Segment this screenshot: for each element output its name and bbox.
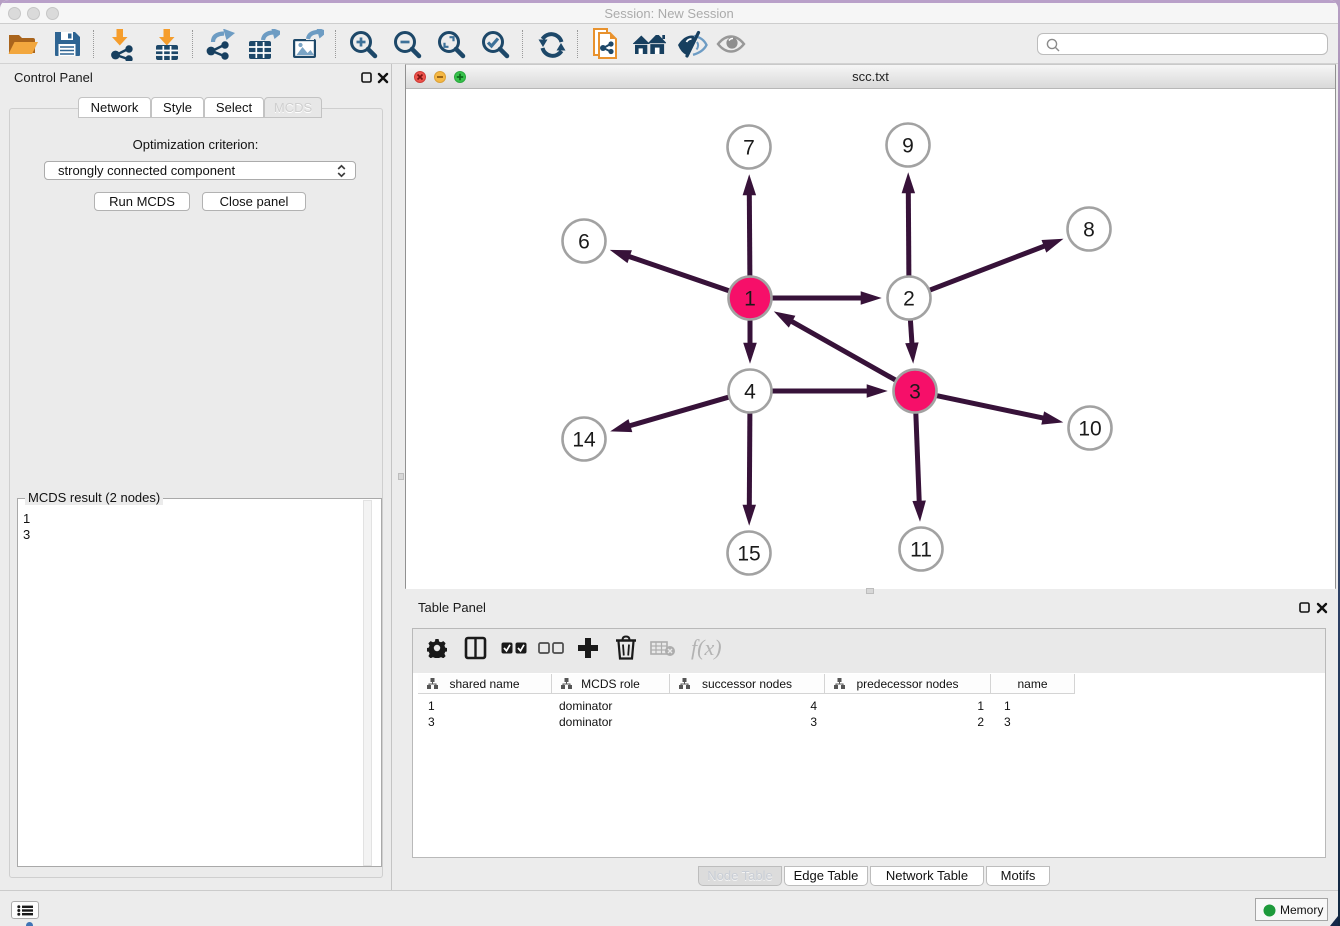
svg-text:8: 8 (1083, 219, 1095, 242)
svg-text:3: 3 (909, 381, 921, 404)
svg-text:7: 7 (743, 137, 755, 160)
svg-text:11: 11 (910, 539, 932, 562)
svg-text:14: 14 (572, 429, 596, 452)
svg-text:15: 15 (737, 543, 760, 566)
svg-text:1: 1 (744, 288, 756, 311)
svg-text:10: 10 (1078, 418, 1101, 441)
svg-text:9: 9 (902, 135, 914, 158)
svg-text:2: 2 (903, 288, 915, 311)
svg-text:4: 4 (744, 381, 756, 404)
svg-text:6: 6 (578, 231, 590, 254)
